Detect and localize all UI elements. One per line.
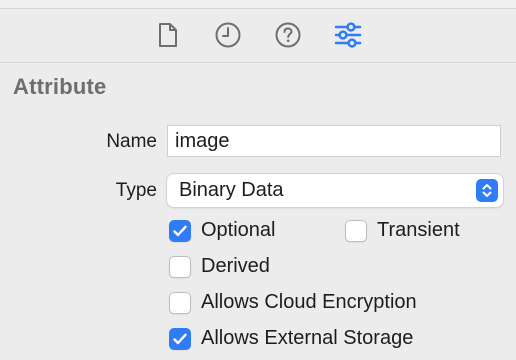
type-label: Type <box>115 180 157 201</box>
tab-quick-help[interactable] <box>272 19 304 51</box>
tab-bar-divider <box>0 62 516 63</box>
external-storage-label: Allows External Storage <box>201 327 414 349</box>
file-icon <box>157 22 179 48</box>
cloud-encryption-label: Allows Cloud Encryption <box>201 291 417 313</box>
help-icon <box>274 21 302 49</box>
optional-checkbox[interactable] <box>169 219 191 242</box>
external-storage-checkbox-row[interactable]: Allows External Storage <box>169 327 413 350</box>
checkmark-icon <box>173 333 187 344</box>
name-label: Name <box>106 131 157 152</box>
sliders-icon <box>333 21 363 49</box>
chevron-up-down-icon <box>476 179 498 202</box>
transient-checkbox-row[interactable]: Transient <box>345 219 460 242</box>
derived-checkbox-row[interactable]: Derived <box>169 255 270 278</box>
transient-label: Transient <box>377 219 460 241</box>
checkmark-icon <box>173 225 187 236</box>
external-storage-checkbox[interactable] <box>169 327 191 350</box>
transient-checkbox[interactable] <box>345 219 367 242</box>
tab-history-inspector[interactable] <box>212 19 244 51</box>
inspector-tab-bar <box>0 9 516 61</box>
cloud-encryption-checkbox-row[interactable]: Allows Cloud Encryption <box>169 291 417 314</box>
tab-attributes-inspector[interactable] <box>332 19 364 51</box>
clock-icon <box>214 21 242 49</box>
optional-label: Optional <box>201 219 276 241</box>
tab-file-inspector[interactable] <box>152 19 184 51</box>
cloud-encryption-checkbox[interactable] <box>169 291 191 314</box>
derived-label: Derived <box>201 255 270 277</box>
type-select[interactable]: Binary Data <box>167 174 503 207</box>
optional-checkbox-row[interactable]: Optional <box>169 219 276 242</box>
window-top-edge <box>0 0 516 9</box>
name-field[interactable] <box>167 125 501 157</box>
derived-checkbox[interactable] <box>169 255 191 278</box>
type-select-value: Binary Data <box>179 179 284 201</box>
section-title: Attribute <box>13 74 107 99</box>
